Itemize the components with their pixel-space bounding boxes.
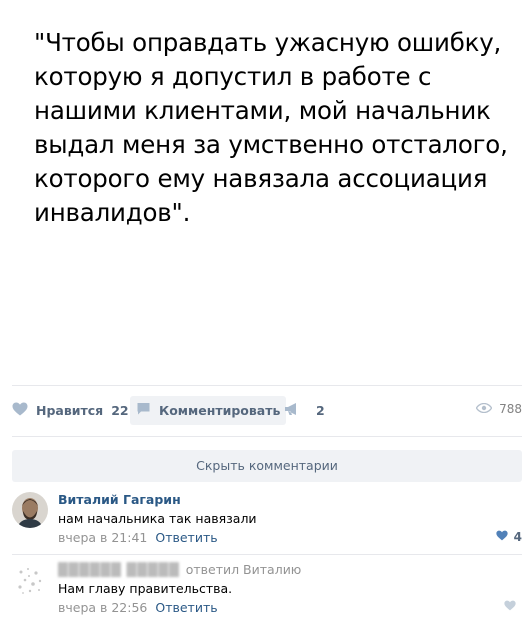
share-button[interactable]: 2 (284, 402, 325, 419)
comment-label: Комментировать (159, 403, 281, 418)
comment-button[interactable]: Комментировать (130, 396, 287, 425)
comment-author: ██████ █████ ответил Виталию (58, 562, 301, 577)
comment-meta: вчера в 21:41 Ответить (58, 530, 218, 545)
comment-time[interactable]: вчера в 21:41 (58, 530, 147, 545)
views-counter: 788 (475, 402, 522, 416)
heart-icon (504, 600, 522, 614)
reply-to-label[interactable]: ответил Виталию (186, 562, 302, 577)
comment-item: ██████ █████ ответил Виталию Нам главу п… (12, 560, 522, 619)
avatar[interactable] (12, 492, 48, 528)
like-count: 22 (111, 403, 129, 418)
comment-like-count: 4 (513, 530, 522, 544)
comment-like-button[interactable]: 4 (496, 530, 522, 544)
comment-item: Виталий Гагарин нам начальника так навяз… (12, 490, 522, 555)
comment-text: Нам главу правительства. (58, 581, 233, 596)
share-count: 2 (316, 403, 325, 418)
views-count: 788 (499, 402, 522, 416)
avatar[interactable] (12, 562, 48, 598)
comment-text: нам начальника так навязали (58, 511, 257, 526)
megaphone-icon (284, 402, 308, 419)
post-text: "Чтобы оправдать ужасную ошибку, которую… (34, 28, 508, 227)
heart-icon (12, 402, 36, 419)
eye-icon (475, 402, 499, 416)
like-label: Нравится (36, 403, 104, 418)
blurred-author-name[interactable]: ██████ █████ (58, 562, 180, 577)
like-button[interactable]: Нравится 22 (12, 402, 129, 419)
hide-comments-button[interactable]: Скрыть комментарии (12, 450, 522, 482)
reply-button[interactable]: Ответить (155, 600, 217, 615)
post-actions-bar: Нравится 22 Комментировать 2 788 (12, 385, 522, 437)
comment-author[interactable]: Виталий Гагарин (58, 492, 181, 507)
comment-time[interactable]: вчера в 22:56 (58, 600, 147, 615)
reply-button[interactable]: Ответить (155, 530, 217, 545)
comment-meta: вчера в 22:56 Ответить (58, 600, 218, 615)
comment-icon (136, 402, 159, 419)
comment-like-button[interactable] (504, 600, 522, 614)
heart-icon (496, 530, 514, 544)
